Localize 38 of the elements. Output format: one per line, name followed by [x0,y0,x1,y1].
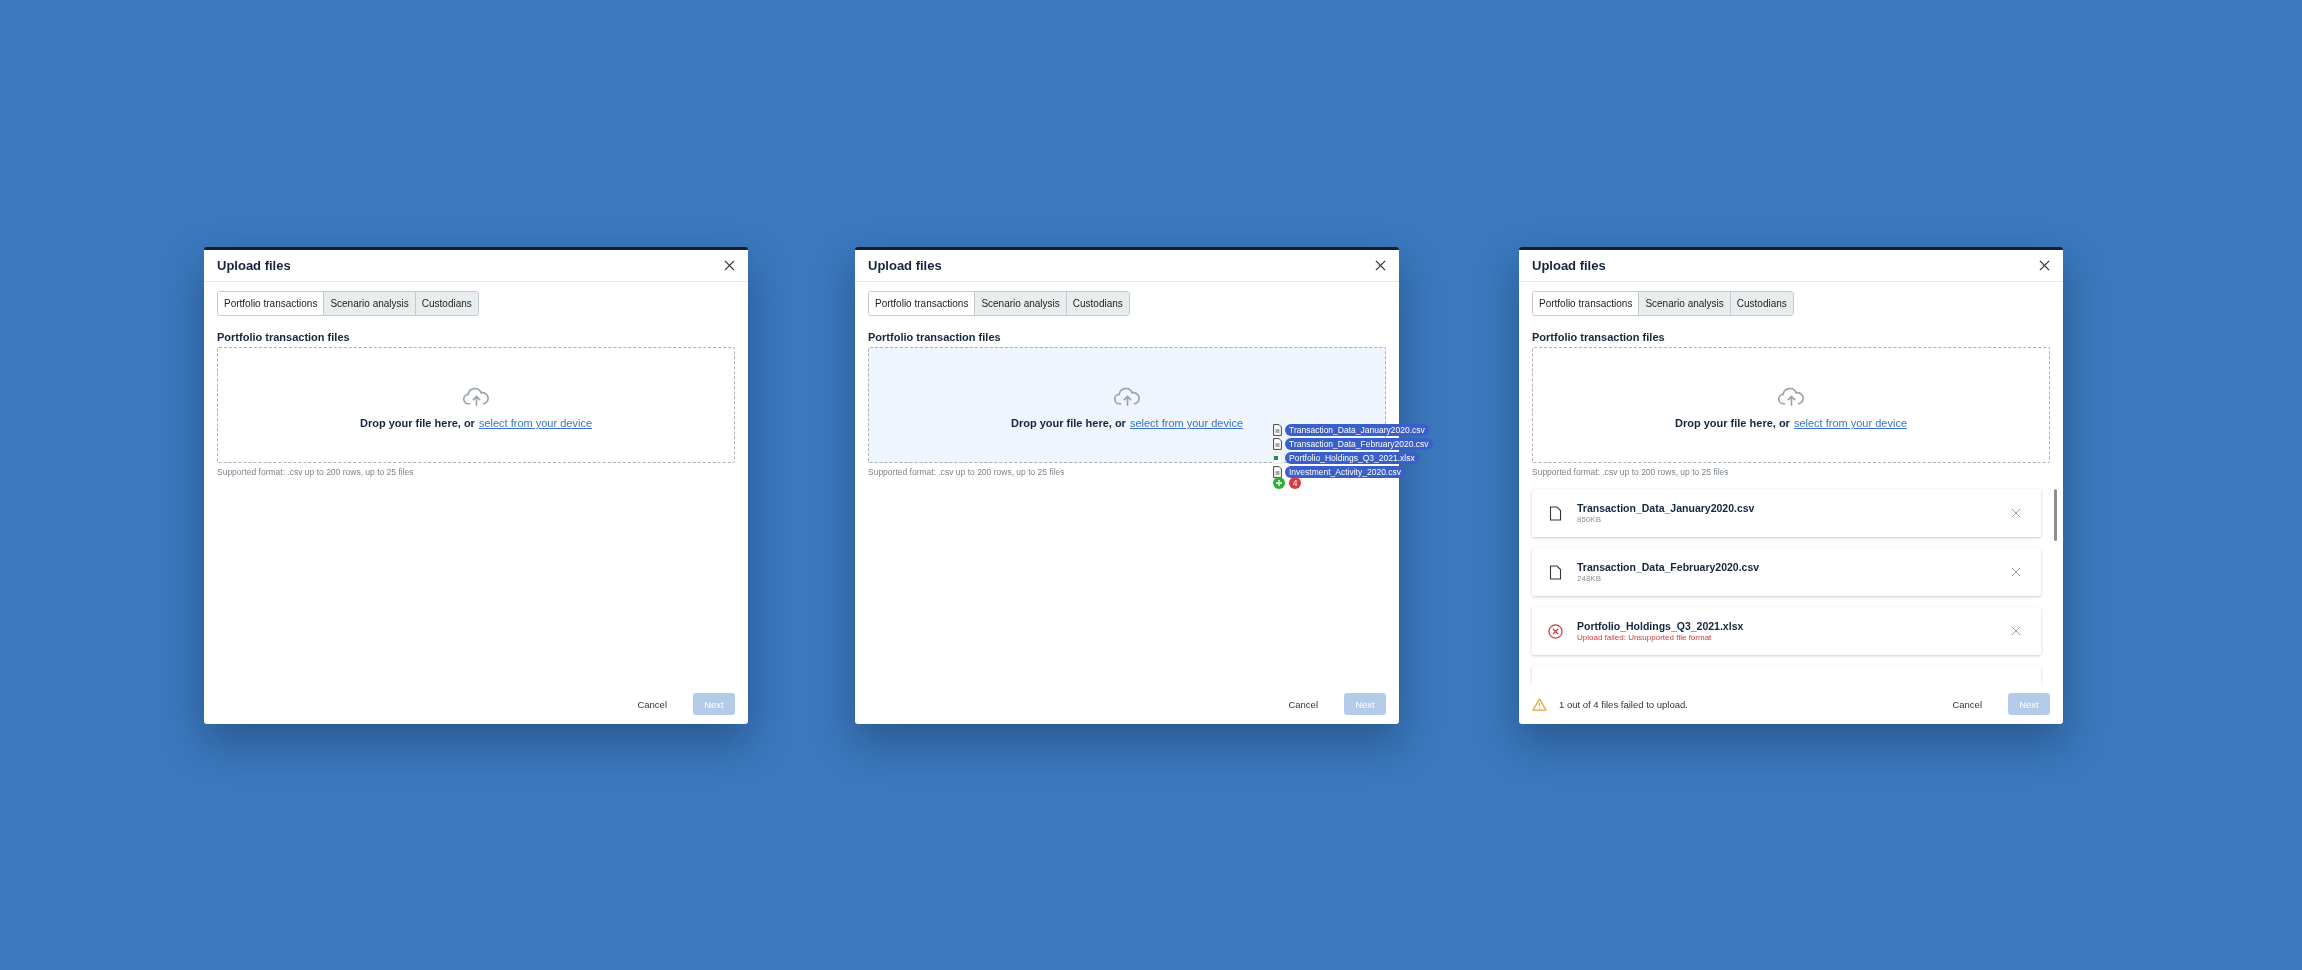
tab[interactable]: Scenario analysis [974,292,1066,315]
file-name: Transaction_Data_February2020.csv [1577,561,1761,573]
tab[interactable]: Custodians [1065,292,1129,315]
select-file-link[interactable]: select from your device [478,417,592,429]
section-label: Portfolio transaction files [868,331,1002,343]
file-size: 248KB [1577,574,1603,583]
file-name: Investment_Activity_2020.csv [1285,466,1405,478]
file-name: Transaction_Data_January2020.csv [1285,424,1429,436]
drop-instruction: Drop your file here, or [1675,417,1790,429]
file-name: Transaction_Data_January2020.csv [1577,502,1756,514]
file-count-badge: 4 [1289,477,1301,489]
drop-zone[interactable]: Drop your file here, or select from your device [217,347,735,463]
file-size: 850KB [1577,515,1603,524]
dialog-title: Upload files [217,258,291,273]
status-message: 1 out of 4 files failed to upload. [1559,698,1688,710]
format-hint: Supported format: .csv up to 200 rows, up to 25 files [1532,467,1729,477]
select-file-link[interactable]: select from your device [1793,417,1907,429]
tab[interactable]: Scenario analysis [323,292,415,315]
file-name: Transaction_Data_February2020.csv [1285,438,1433,450]
cancel-button[interactable]: Cancel [629,694,675,714]
drop-instruction: Drop your file here, or [1011,417,1126,429]
tab[interactable]: Scenario analysis [1638,292,1730,315]
dialog-title: Upload files [1532,258,1606,273]
tab[interactable]: Custodians [414,292,478,315]
error-message: Upload failed: Unsupported file format [1577,633,1713,642]
drop-zone[interactable]: Drop your file here, or select from your device [1532,347,2050,463]
file-name: Portfolio_Holdings_Q3_2021.xlsx [1285,452,1419,464]
format-hint: Supported format: .csv up to 200 rows, up to 25 files [217,467,414,477]
section-label: Portfolio transaction files [1532,331,1666,343]
tab[interactable]: Custodians [1729,292,1793,315]
file-name: Portfolio_Holdings_Q3_2021.xlsx [1577,620,1745,632]
drop-instruction: Drop your file here, or [360,417,475,429]
select-file-link[interactable]: select from your device [1129,417,1243,429]
cancel-button[interactable]: Cancel [1280,694,1326,714]
cancel-button[interactable]: Cancel [1944,694,1990,714]
section-label: Portfolio transaction files [217,331,351,343]
dialog-title: Upload files [868,258,942,273]
format-hint: Supported format: .csv up to 200 rows, up to 25 files [868,467,1065,477]
